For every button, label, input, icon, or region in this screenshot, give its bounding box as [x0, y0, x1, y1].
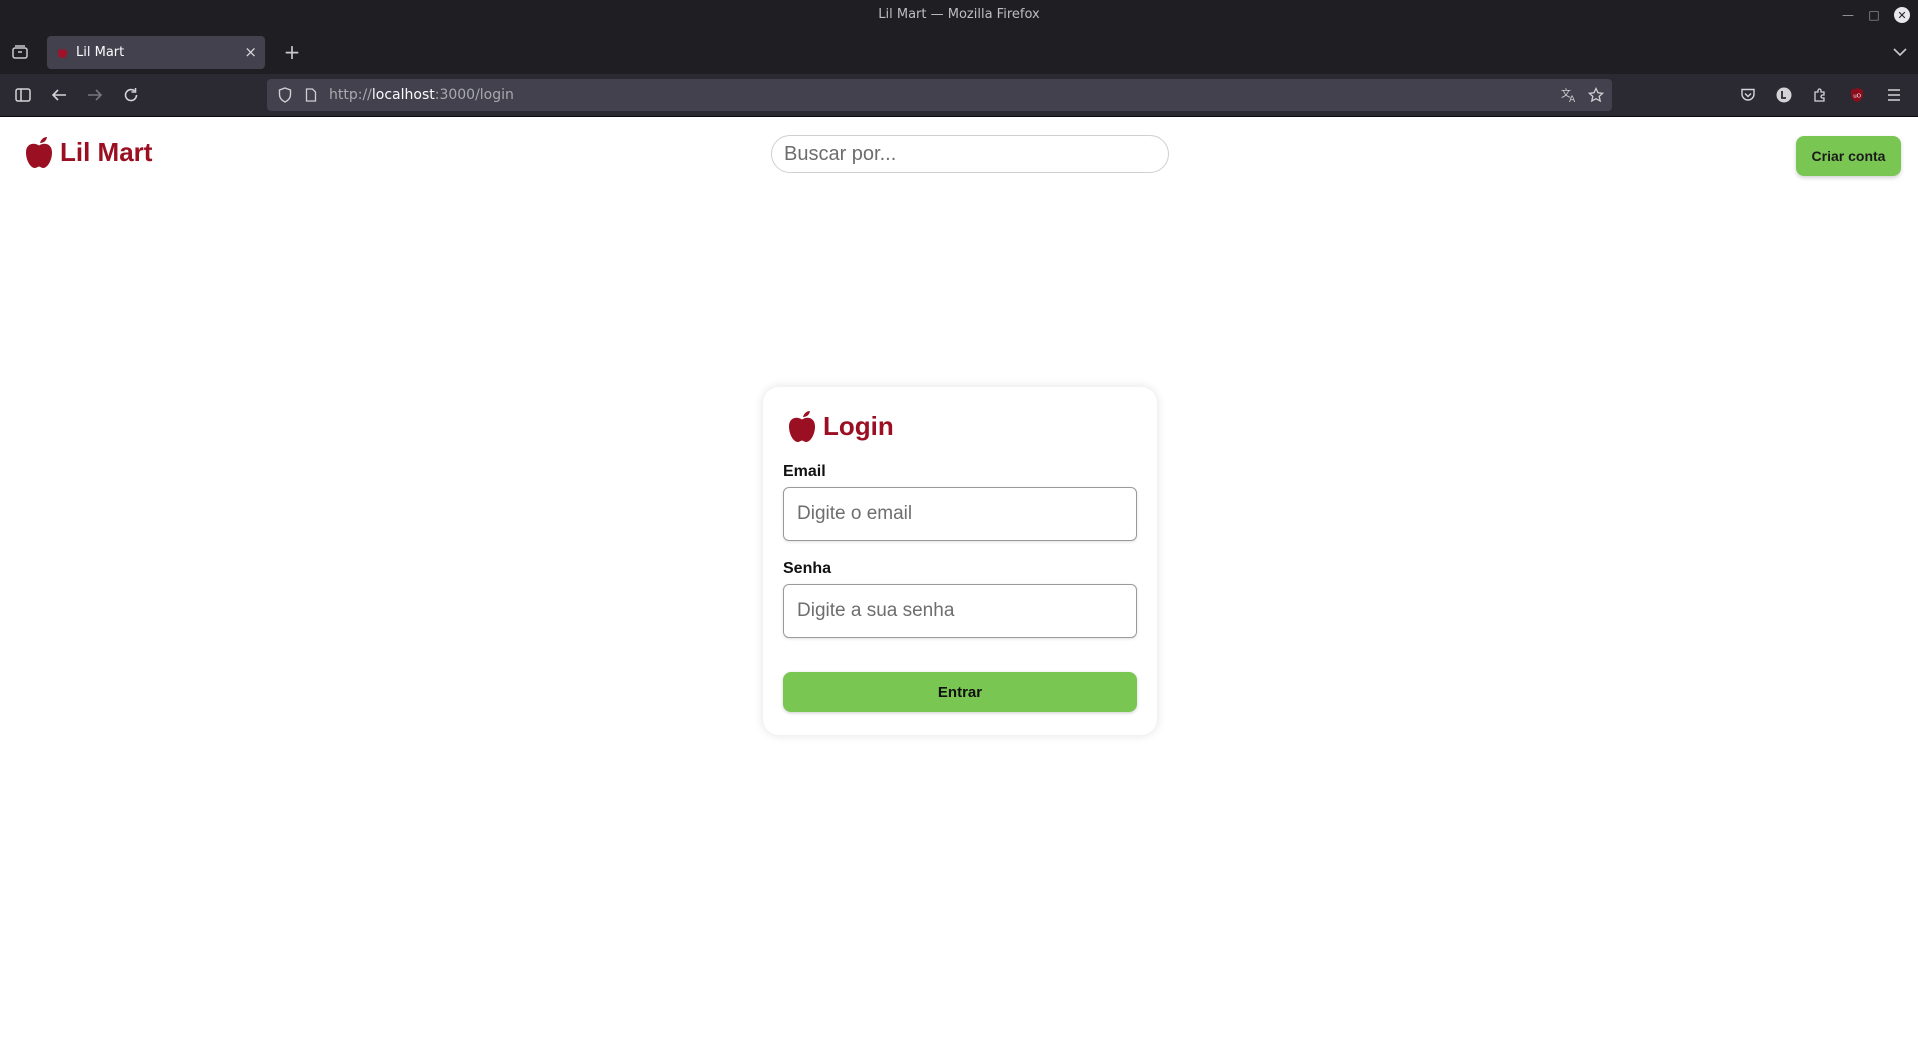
reload-icon[interactable]	[118, 74, 144, 116]
back-icon[interactable]	[46, 74, 72, 116]
login-submit-button[interactable]: Entrar	[783, 672, 1137, 712]
brand-logo[interactable]: Lil Mart	[24, 135, 152, 169]
svg-text:A: A	[1569, 95, 1576, 103]
email-label: Email	[783, 463, 826, 480]
login-heading: Login	[787, 409, 894, 443]
translate-icon[interactable]: 文A	[1557, 79, 1581, 111]
minimize-icon[interactable]: —	[1836, 0, 1860, 30]
new-tab-icon[interactable]: +	[280, 40, 304, 64]
apple-logo-icon	[789, 411, 815, 442]
apple-logo-icon	[57, 49, 68, 58]
password-field[interactable]	[783, 584, 1137, 638]
brand-name: Lil Mart	[60, 136, 153, 167]
ublock-icon[interactable]: uO	[1844, 74, 1870, 116]
tab-label: Lil Mart	[76, 45, 125, 60]
account-icon[interactable]	[1771, 74, 1797, 116]
bookmark-star-icon[interactable]	[1584, 79, 1608, 111]
svg-text:uO: uO	[1853, 94, 1861, 100]
tab-bar: Lil Mart × +	[0, 30, 1918, 74]
menu-icon[interactable]	[1881, 74, 1907, 116]
page-icon[interactable]	[299, 79, 323, 111]
tab-overview-icon[interactable]	[8, 40, 32, 64]
extensions-icon[interactable]	[1807, 74, 1833, 116]
address-bar[interactable]: http://localhost:3000/login 文A	[267, 79, 1612, 111]
url-text[interactable]: http://localhost:3000/login	[329, 87, 514, 103]
sidebar-icon[interactable]	[10, 74, 36, 116]
search-input[interactable]	[771, 135, 1169, 173]
window-titlebar: Lil Mart — Mozilla Firefox — □ ✕	[0, 0, 1918, 30]
email-field[interactable]	[783, 487, 1137, 541]
maximize-icon[interactable]: □	[1862, 0, 1886, 30]
tab-list-icon[interactable]	[1888, 40, 1912, 64]
page-content: Lil Mart Criar conta Login Email Senha E…	[0, 117, 1918, 1051]
apple-logo-icon	[26, 137, 52, 168]
navigation-toolbar: http://localhost:3000/login 文A uO	[0, 74, 1918, 117]
close-window-icon[interactable]: ✕	[1890, 0, 1914, 30]
tab-lil-mart[interactable]: Lil Mart ×	[47, 36, 265, 69]
password-label: Senha	[783, 560, 832, 577]
url-path: :3000/login	[434, 87, 514, 103]
signup-button[interactable]: Criar conta	[1796, 136, 1901, 176]
login-title: Login	[823, 410, 894, 441]
shield-icon[interactable]	[273, 79, 297, 111]
url-protocol: http://	[329, 87, 372, 103]
window-title: Lil Mart — Mozilla Firefox	[878, 7, 1040, 22]
url-host: localhost	[371, 87, 435, 103]
forward-icon[interactable]	[82, 74, 108, 116]
login-card: Login Email Senha Entrar	[763, 387, 1157, 735]
tab-close-icon[interactable]: ×	[244, 43, 257, 61]
pocket-icon[interactable]	[1735, 74, 1761, 116]
